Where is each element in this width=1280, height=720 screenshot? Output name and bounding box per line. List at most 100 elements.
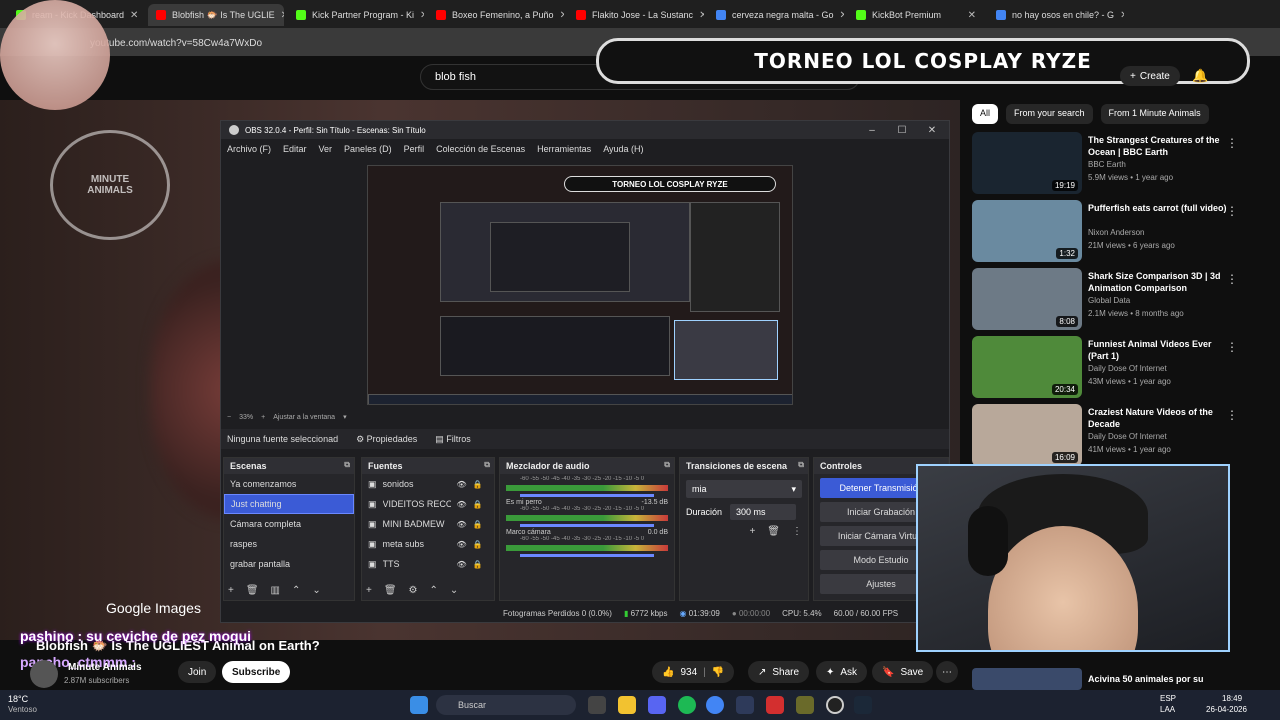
add-icon[interactable]: + [366, 585, 372, 596]
close-icon[interactable]: ✕ [420, 10, 424, 21]
rec-item[interactable]: 1:32 Pufferfish eats carrot (full video) N… [972, 200, 1268, 262]
filter-chip[interactable]: From your search [1006, 104, 1093, 124]
zoom-in-button[interactable]: + [261, 414, 265, 421]
windows-start-icon[interactable] [410, 696, 428, 714]
minimize-icon[interactable]: – [857, 121, 887, 139]
more-icon[interactable]: ⋮ [1226, 272, 1238, 286]
rec-thumbnail[interactable]: 19:19 [972, 132, 1082, 194]
eye-icon[interactable]: 👁 [457, 540, 467, 549]
properties-button[interactable]: ⚙ Propiedades [356, 434, 417, 445]
menu-item[interactable]: Colección de Escenas [436, 144, 525, 154]
menu-item[interactable]: Paneles (D) [344, 144, 392, 154]
add-icon[interactable]: + [228, 585, 234, 596]
lock-icon[interactable]: 🔒 [473, 560, 483, 569]
more-icon[interactable]: ⋮ [1226, 204, 1238, 218]
source-item[interactable]: ▣ TTS 👁 🔒 [362, 554, 494, 574]
eye-icon[interactable]: 👁 [457, 520, 467, 529]
duration-input[interactable]: 300 ms [730, 504, 797, 520]
rec-channel[interactable]: BBC Earth [1088, 160, 1126, 169]
lock-icon[interactable]: 🔒 [473, 500, 483, 509]
more-icon[interactable]: ⋮ [1226, 408, 1238, 422]
gear-icon[interactable]: ⚙ [409, 585, 418, 596]
channel-avatar[interactable] [30, 660, 58, 688]
more-icon[interactable]: ⋮ [792, 526, 802, 537]
trash-icon[interactable]: 🗑 [246, 585, 259, 596]
add-icon[interactable]: + [749, 526, 755, 537]
rec-bottom-title[interactable]: Acivina 50 animales por su [1088, 674, 1204, 684]
rec-item[interactable]: 19:19 The Strangest Creatures of the Ocea… [972, 132, 1268, 194]
browser-tab[interactable]: cerveza negra malta - Go ✕ [708, 4, 844, 26]
eye-icon[interactable]: 👁 [457, 480, 467, 489]
join-button[interactable]: Join [178, 661, 217, 683]
scene-item[interactable]: Ya comenzamos [224, 474, 354, 494]
clock-time[interactable]: 18:49 [1222, 694, 1242, 703]
zoom-out-button[interactable]: − [227, 414, 231, 421]
browser-tab[interactable]: Kick Partner Program - Ki ✕ [288, 4, 424, 26]
filter-chip[interactable]: All [972, 104, 999, 124]
more-icon[interactable]: ⋮ [1226, 340, 1238, 354]
filter-chip[interactable]: From 1 Minute Animals [1100, 104, 1209, 124]
lock-icon[interactable]: 🔒 [473, 540, 483, 549]
red-app-icon[interactable] [766, 696, 784, 714]
rec-thumbnail[interactable]: 20:34 [972, 336, 1082, 398]
menu-item[interactable]: Perfil [404, 144, 425, 154]
create-button[interactable]: + Create [1120, 66, 1180, 86]
eye-icon[interactable]: 👁 [457, 500, 467, 509]
steam-icon[interactable] [854, 696, 872, 714]
close-icon[interactable]: ✕ [840, 10, 844, 21]
save-button[interactable]: 🔖 Save [872, 661, 934, 683]
trash-icon[interactable]: 🗑 [767, 526, 780, 537]
rec-item[interactable]: 8:08 Shark Size Comparison 3D | 3d Animat… [972, 268, 1268, 330]
lang-indicator-2[interactable]: LAA [1160, 705, 1175, 714]
lock-icon[interactable]: 🔒 [473, 480, 483, 489]
menu-item[interactable]: Ver [319, 144, 333, 154]
maximize-icon[interactable]: ☐ [887, 121, 917, 139]
fit-window-option[interactable]: Ajustar a la ventana [273, 414, 335, 421]
close-icon[interactable]: ✕ [968, 10, 976, 21]
rec-title[interactable]: Shark Size Comparison 3D | 3d Animation … [1088, 270, 1228, 294]
transition-select[interactable]: mia ▾ [686, 480, 802, 498]
source-item[interactable]: ▣ sonidos 👁 🔒 [362, 474, 494, 494]
lang-indicator[interactable]: ESP [1160, 694, 1176, 703]
eye-icon[interactable]: 👁 [457, 560, 467, 569]
scene-item[interactable]: grabar pantalla [224, 554, 354, 574]
tool-icon[interactable] [796, 696, 814, 714]
rec-thumbnail[interactable]: 16:09 [972, 404, 1082, 466]
chrome-icon[interactable] [706, 696, 724, 714]
more-icon[interactable]: ⋮ [1226, 136, 1238, 150]
menu-item[interactable]: Archivo (F) [227, 144, 271, 154]
like-button[interactable]: 👍 934 | 👎 [652, 661, 735, 683]
rec-title[interactable]: Craziest Nature Videos of the Decade [1088, 406, 1228, 430]
rec-item[interactable]: 16:09 Craziest Nature Videos of the Decad… [972, 404, 1268, 466]
close-icon[interactable]: ✕ [917, 121, 947, 139]
menu-item[interactable]: Editar [283, 144, 307, 154]
share-button[interactable]: ↗ Share [748, 661, 810, 683]
source-item[interactable]: ▣ VIDEITOS RECOM 👁 🔒 [362, 494, 494, 514]
menu-item[interactable]: Herramientas [537, 144, 591, 154]
trash-icon[interactable]: 🗑 [384, 585, 397, 596]
rec-title[interactable]: Funniest Animal Videos Ever (Part 1) [1088, 338, 1228, 362]
browser-tab[interactable]: no hay osos en chile? - G ✕ [988, 4, 1124, 26]
taskbar-search[interactable]: Buscar [436, 695, 576, 715]
rec-channel[interactable]: Nixon Anderson [1088, 228, 1144, 237]
down-icon[interactable]: ⌄ [450, 585, 458, 596]
filter-icon[interactable]: ▥ [271, 585, 280, 596]
source-item[interactable]: ▣ meta subs 👁 🔒 [362, 534, 494, 554]
obs-icon[interactable] [826, 696, 844, 714]
up-icon[interactable]: ⌃ [430, 585, 438, 596]
filters-button[interactable]: ▤ Filtros [435, 434, 471, 445]
spotify-icon[interactable] [678, 696, 696, 714]
browser-tab[interactable]: Flakito Jose - La Sustanc ✕ [568, 4, 704, 26]
discord-icon[interactable] [648, 696, 666, 714]
rec-channel[interactable]: Daily Dose Of Internet [1088, 364, 1167, 373]
rec-title[interactable]: The Strangest Creatures of the Ocean | B… [1088, 134, 1228, 158]
close-icon[interactable]: ✕ [560, 10, 564, 21]
app-icon[interactable] [736, 696, 754, 714]
source-item[interactable]: ▣ MINI BADMEW 👁 🔒 [362, 514, 494, 534]
lock-icon[interactable]: 🔒 [473, 520, 483, 529]
taskview-icon[interactable] [588, 696, 606, 714]
folder-icon[interactable] [618, 696, 636, 714]
volume-slider[interactable] [520, 494, 654, 497]
rec-bottom-thumbnail[interactable] [972, 668, 1082, 690]
ask-button[interactable]: ✦ Ask [816, 661, 868, 683]
